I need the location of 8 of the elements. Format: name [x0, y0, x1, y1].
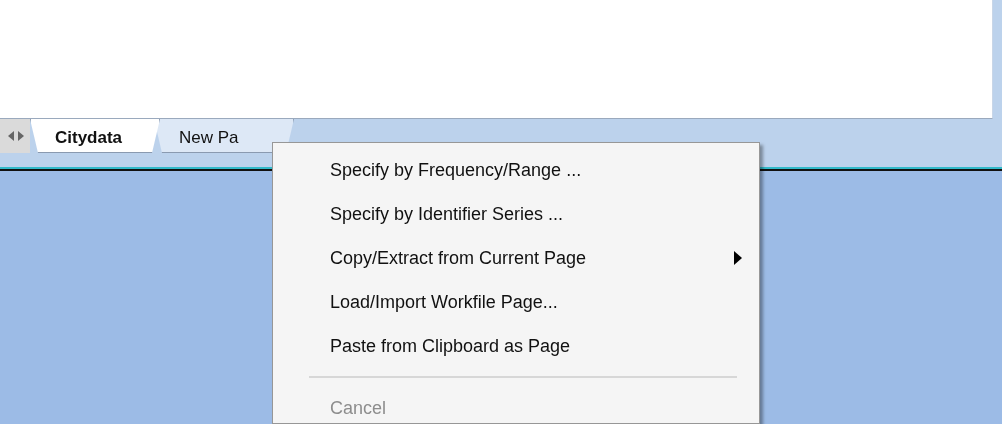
scroll-right-icon[interactable]	[18, 131, 24, 141]
scroll-left-icon[interactable]	[8, 131, 14, 141]
menu-item[interactable]: Specify by Identifier Series ...	[273, 192, 759, 236]
menu-item[interactable]: Copy/Extract from Current Page	[273, 236, 759, 280]
submenu-arrow-icon	[733, 251, 743, 265]
menu-item[interactable]: Paste from Clipboard as Page	[273, 324, 759, 368]
menu-item[interactable]: Load/Import Workfile Page...	[273, 280, 759, 324]
page-tab[interactable]: Citydata	[30, 119, 160, 153]
